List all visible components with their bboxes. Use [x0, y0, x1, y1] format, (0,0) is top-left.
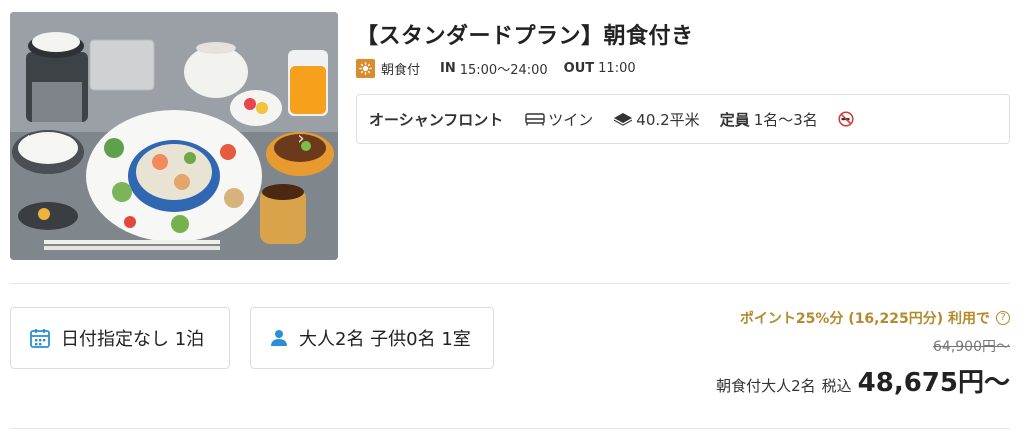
bed-type: ツイン — [548, 110, 594, 129]
room-details: オーシャンフロント ツイン 40.2平米 定員 1名〜3名 — [356, 94, 1010, 144]
photo-prev-icon[interactable]: ‹ — [18, 130, 36, 148]
floor-area-icon — [614, 113, 633, 126]
original-price: 64,900円〜 — [933, 339, 1010, 355]
tax-label: 税込 — [821, 377, 852, 395]
room-view: オーシャンフロント — [369, 110, 504, 129]
checkin-label: IN — [440, 60, 456, 76]
plan-meta: 朝食付 IN 15:00〜24:00 OUT 11:00 — [356, 58, 636, 78]
price-summary: ポイント25%分 (16,225円分) 利用で ? 64,900円〜 朝食付大人… — [716, 308, 1010, 399]
photo-next-icon[interactable]: › — [292, 130, 310, 148]
room-capacity: 定員 1名〜3名 — [720, 109, 818, 130]
plan-photo[interactable]: ‹ › — [10, 12, 338, 260]
checkout-time: 11:00 — [598, 60, 636, 76]
points-discount: ポイント25%分 (16,225円分) 利用で ? — [716, 308, 1010, 328]
capacity-label: 定員 — [719, 110, 750, 129]
room-bed: ツイン — [525, 109, 593, 130]
checkin-time: 15:00〜24:00 — [459, 62, 548, 78]
date-value: 日付指定なし 1泊 — [61, 329, 205, 350]
room-area: 40.2平米 — [613, 109, 700, 130]
checkout-label: OUT — [563, 60, 595, 76]
smoking-status — [838, 111, 857, 127]
final-price: 48,675円〜 — [857, 368, 1010, 398]
price-condition: 朝食付大人2名 — [716, 377, 816, 395]
room-size: 40.2平米 — [636, 110, 700, 129]
final-price-row: 朝食付大人2名 税込 48,675円〜 — [716, 362, 1010, 399]
guests-selector[interactable]: 大人2名 子供0名 1室 — [250, 307, 494, 369]
capacity-value: 1名〜3名 — [753, 110, 818, 129]
calendar-icon — [30, 329, 50, 348]
points-text: ポイント25%分 (16,225円分) 利用で — [739, 311, 990, 327]
no-smoking-icon — [838, 111, 854, 127]
date-selector[interactable]: 日付指定なし 1泊 — [10, 307, 230, 369]
divider-top — [10, 283, 1010, 284]
breakfast-image — [10, 12, 338, 260]
guests-value: 大人2名 子供0名 1室 — [299, 329, 471, 350]
plan-title[interactable]: 【スタンダードプラン】朝食付き — [356, 18, 694, 50]
divider-bottom — [10, 428, 1010, 429]
person-icon — [271, 330, 287, 346]
bed-icon — [525, 113, 545, 126]
meal-label: 朝食付 — [381, 62, 421, 78]
question-circle-icon[interactable]: ? — [996, 311, 1010, 325]
sun-icon — [356, 58, 375, 78]
